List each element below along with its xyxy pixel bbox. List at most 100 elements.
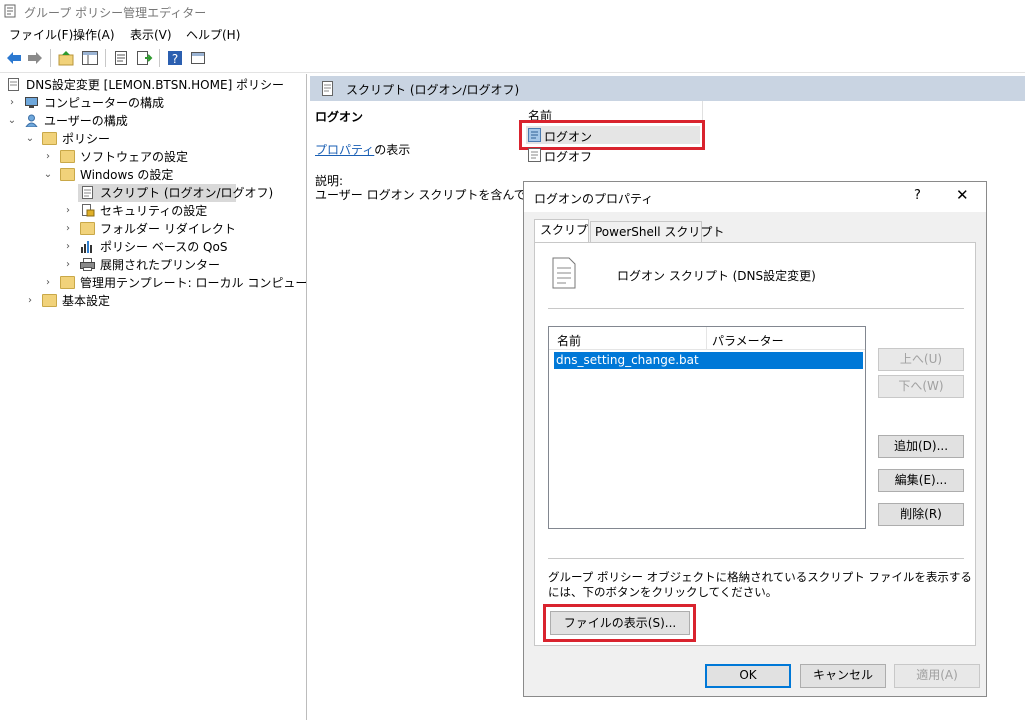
tree-item-folder-redirection[interactable]: › フォルダー リダイレクト: [60, 220, 304, 238]
tree-item-label: ソフトウェアの設定: [80, 150, 189, 164]
console-icon[interactable]: [189, 49, 207, 67]
chevron-right-icon[interactable]: ›: [24, 292, 36, 310]
user-icon: [25, 114, 38, 127]
chevron-down-icon[interactable]: ⌄: [6, 112, 18, 130]
tree-item-label: スクリプト (ログオン/ログオフ): [100, 186, 274, 200]
folder-icon: [42, 132, 57, 145]
help-icon[interactable]: ?: [166, 49, 184, 67]
folder-icon: [60, 276, 75, 289]
properties-suffix: の表示: [374, 143, 411, 157]
tree-item-software-settings[interactable]: › ソフトウェアの設定: [40, 148, 304, 166]
scripts-list-header: 名前 パラメーター: [549, 327, 865, 350]
show-hide-tree-icon[interactable]: [81, 49, 99, 67]
toolbar: ?: [0, 44, 1025, 73]
menu-view[interactable]: 表示(V): [130, 26, 172, 43]
menu-help[interactable]: ヘルプ(H): [186, 26, 240, 43]
script-icon: [528, 148, 541, 162]
menu-action[interactable]: 操作(A): [73, 26, 115, 43]
tree-item-policy-qos[interactable]: › ポリシー ベースの QoS: [60, 238, 304, 256]
tree-item-admin-templates[interactable]: › 管理用テンプレート: ローカル コンピューターから取: [40, 274, 307, 292]
folder-icon: [42, 294, 57, 307]
printer-icon: [80, 258, 95, 271]
details-header: スクリプト (ログオン/ログオフ): [310, 76, 1025, 101]
move-up-button[interactable]: 上へ(U): [878, 348, 964, 371]
tab-panel: ログオン スクリプト (DNS設定変更) 名前 パラメーター dns_setti…: [534, 242, 976, 646]
remove-button[interactable]: 削除(R): [878, 503, 964, 526]
dialog-title: ログオンのプロパティ: [534, 192, 654, 206]
apply-button[interactable]: 適用(A): [894, 664, 980, 688]
chevron-right-icon[interactable]: ›: [42, 148, 54, 166]
note-line-1: グループ ポリシー オブジェクトに格納されているスクリプト ファイルを表示する: [548, 570, 972, 584]
group-policy-app-icon: [4, 4, 16, 18]
navigation-tree: DNS設定変更 [LEMON.BTSN.HOME] ポリシー › コンピューター…: [0, 74, 307, 720]
tree-item-label: コンピューターの構成: [44, 96, 165, 110]
close-button[interactable]: ✕: [956, 186, 969, 204]
column-header-params[interactable]: パラメーター: [712, 332, 784, 349]
window-title: グループ ポリシー管理エディター: [24, 6, 207, 20]
tree-item-windows-settings[interactable]: ⌄ Windows の設定: [40, 166, 304, 184]
move-down-button[interactable]: 下へ(W): [878, 375, 964, 398]
export-list-icon[interactable]: [135, 49, 153, 67]
chevron-right-icon[interactable]: ›: [42, 274, 54, 292]
help-button[interactable]: ?: [914, 188, 921, 203]
chevron-right-icon[interactable]: ›: [62, 238, 74, 256]
properties-link[interactable]: プロパティ: [315, 143, 374, 157]
tree-root-label: DNS設定変更 [LEMON.BTSN.HOME] ポリシー: [26, 78, 285, 92]
tree-item-label: セキュリティの設定: [100, 204, 208, 218]
chevron-right-icon[interactable]: ›: [62, 202, 74, 220]
tree-root[interactable]: DNS設定変更 [LEMON.BTSN.HOME] ポリシー: [4, 76, 304, 94]
tree-item-label: 展開されたプリンター: [100, 258, 221, 272]
security-lock-icon: [82, 204, 95, 217]
back-icon[interactable]: [5, 49, 23, 67]
tree-item-label: 基本設定: [62, 294, 111, 308]
tree-item-preferences[interactable]: › 基本設定: [22, 292, 304, 310]
cancel-button[interactable]: キャンセル: [800, 664, 886, 688]
details-header-title: スクリプト (ログオン/ログオフ): [346, 83, 520, 97]
tree-item-policies[interactable]: ⌄ ポリシー: [22, 130, 304, 148]
chevron-right-icon[interactable]: ›: [6, 94, 18, 112]
chevron-right-icon[interactable]: ›: [62, 220, 74, 238]
note-line-2: には、下のボタンをクリックしてください。: [548, 585, 778, 599]
list-item-label: ログオフ: [544, 150, 593, 164]
tree-item-label: フォルダー リダイレクト: [100, 222, 236, 236]
logon-properties-dialog: ログオンのプロパティ ? ✕ スクリプト PowerShell スクリプト ログ…: [523, 181, 987, 697]
add-button[interactable]: 追加(D)...: [878, 435, 964, 458]
tree-item-label: ポリシー ベースの QoS: [100, 240, 228, 254]
menu-file[interactable]: ファイル(F): [9, 26, 73, 43]
script-row-name: dns_setting_change.bat: [556, 353, 699, 367]
list-item-logoff[interactable]: ログオフ: [526, 146, 700, 164]
up-folder-icon[interactable]: [57, 49, 75, 67]
tree-item-computer-config[interactable]: › コンピューターの構成: [4, 94, 304, 112]
dialog-title-bar: ログオンのプロパティ ? ✕: [524, 182, 986, 212]
forward-icon[interactable]: [26, 49, 44, 67]
tree-item-security-settings[interactable]: › セキュリティの設定: [60, 202, 304, 220]
chevron-down-icon[interactable]: ⌄: [42, 166, 54, 184]
tree-item-user-config[interactable]: ⌄ ユーザーの構成: [4, 112, 304, 130]
policy-document-icon: [8, 78, 19, 91]
chevron-down-icon[interactable]: ⌄: [24, 130, 36, 148]
properties-line: プロパティの表示: [315, 141, 410, 158]
script-row[interactable]: dns_setting_change.bat: [554, 352, 863, 369]
computer-icon: [25, 97, 38, 108]
tree-item-deployed-printers[interactable]: › 展開されたプリンター: [60, 256, 304, 274]
folder-icon: [60, 150, 75, 163]
toolbar-separator: [159, 49, 160, 67]
section-title: ログオン: [315, 110, 364, 124]
properties-icon[interactable]: [112, 49, 130, 67]
edit-button[interactable]: 編集(E)...: [878, 469, 964, 492]
tree-item-label: ユーザーの構成: [44, 114, 128, 128]
highlight-box: [543, 604, 696, 642]
column-divider: [706, 327, 707, 349]
column-header-name[interactable]: 名前: [557, 332, 581, 349]
script-icon: [82, 186, 93, 199]
ok-button[interactable]: OK: [705, 664, 791, 688]
scripts-list[interactable]: 名前 パラメーター dns_setting_change.bat: [548, 326, 866, 529]
tree-item-scripts[interactable]: スクリプト (ログオン/ログオフ): [78, 184, 273, 202]
tab-powershell-scripts[interactable]: PowerShell スクリプト: [590, 221, 724, 242]
tab-scripts[interactable]: スクリプト: [534, 219, 600, 243]
divider: [548, 308, 964, 309]
title-bar: グループ ポリシー管理エディター: [0, 0, 1025, 22]
tree-item-label: 管理用テンプレート: ローカル コンピューターから取: [80, 276, 307, 290]
folder-icon: [80, 222, 95, 235]
chevron-right-icon[interactable]: ›: [62, 256, 74, 274]
